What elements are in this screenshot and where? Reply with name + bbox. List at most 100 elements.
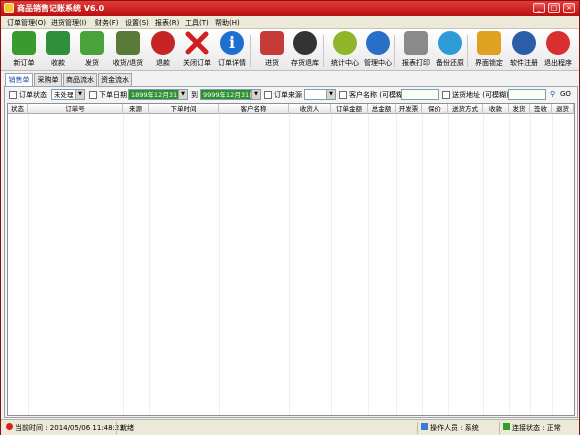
status-operator-text: 操作人员 : 系统 (430, 424, 479, 432)
date-to-picker[interactable]: 9999年12月31日 ▼ (200, 89, 261, 100)
power-icon (546, 31, 570, 55)
register-icon (512, 31, 536, 55)
grid-line (448, 114, 449, 415)
statistics-icon (333, 31, 357, 55)
column-header[interactable]: 订单金额 (331, 104, 368, 114)
customer-label: 客户名称 (可模糊) (349, 91, 406, 99)
close-x-icon (185, 31, 209, 55)
tab-fund-flow[interactable]: 资金流水 (98, 73, 132, 86)
toolbar: 新订单 收款 发货 收货/退货 退款 关闭订单 i 订单详情 进货 存货退库 统计… (1, 29, 579, 71)
status-state: 就绪 (116, 422, 416, 434)
column-header[interactable]: 退货 (552, 104, 574, 114)
menu-order[interactable]: 订单管理(O) (7, 18, 46, 28)
order-status-select[interactable]: 未处理 ▼ (51, 89, 85, 100)
title-bar: 商品销售记账系统 V6.0 _ □ × (1, 1, 579, 16)
column-header[interactable]: 收货人 (289, 104, 331, 114)
app-icon (4, 3, 14, 13)
exit-label: 退出程序 (544, 59, 572, 67)
main-window: 商品销售记账系统 V6.0 _ □ × 订单管理(O) 进货管理(I) 财务(F… (0, 0, 580, 435)
receive-money-icon (46, 31, 70, 55)
column-header[interactable]: 发货 (509, 104, 530, 114)
minimize-button[interactable]: _ (533, 3, 545, 13)
menu-settings[interactable]: 设置(S) (125, 18, 149, 28)
check-box-icon (116, 31, 140, 55)
status-connection-text: 连接状态 : 正常 (512, 424, 561, 432)
menu-purchase[interactable]: 进货管理(I) (51, 18, 87, 28)
user-icon (421, 423, 428, 430)
basket-icon (260, 31, 284, 55)
status-time-text: 当前时间 : 2014/05/06 11:48:23 (15, 424, 124, 432)
address-label: 送货地址 (可模糊) (452, 91, 509, 99)
backup-button[interactable]: 备份还原 (431, 31, 469, 71)
order-date-checkbox[interactable] (89, 91, 97, 99)
truck-icon (80, 31, 104, 55)
clock-icon (6, 423, 13, 430)
column-header[interactable]: 开发票 (396, 104, 422, 114)
chevron-down-icon: ▼ (178, 90, 187, 99)
menu-bar: 订单管理(O) 进货管理(I) 财务(F) 设置(S) 报表(R) 工具(T) … (1, 16, 579, 29)
column-header[interactable]: 订单号 (28, 104, 123, 114)
tab-goods-flow[interactable]: 商品流水 (63, 73, 97, 86)
chevron-down-icon: ▼ (75, 90, 84, 99)
column-header[interactable]: 收款 (483, 104, 509, 114)
table-header: 状态 订单号 来源 下单时间 客户名称 收货人 订单金额 总金额 开发票 保价 … (8, 104, 574, 114)
orders-table: 状态 订单号 来源 下单时间 客户名称 收货人 订单金额 总金额 开发票 保价 … (7, 103, 575, 416)
tab-sales[interactable]: 销售单 (5, 73, 33, 87)
order-source-select[interactable]: ▼ (304, 89, 336, 100)
column-header[interactable]: 来源 (123, 104, 149, 114)
tab-purchase[interactable]: 采购单 (34, 73, 62, 86)
management-button[interactable]: 管理中心 (359, 31, 397, 71)
grid-line (530, 114, 531, 415)
status-time: 当前时间 : 2014/05/06 11:48:23 (3, 422, 124, 434)
search-button[interactable]: GO (560, 90, 571, 98)
column-header[interactable]: 下单时间 (149, 104, 219, 114)
status-connection: 连接状态 : 正常 (499, 422, 577, 434)
menu-help[interactable]: 帮助(H) (215, 18, 240, 28)
close-button[interactable]: × (563, 3, 575, 13)
search-icon[interactable]: ⚲ (550, 90, 555, 98)
menu-tools[interactable]: 工具(T) (185, 18, 209, 28)
maximize-button[interactable]: □ (548, 3, 560, 13)
column-header[interactable]: 签收 (530, 104, 552, 114)
order-source-checkbox[interactable] (264, 91, 272, 99)
grid-line (123, 114, 124, 415)
lock-icon (477, 31, 501, 55)
grid-line (396, 114, 397, 415)
window-title: 商品销售记账系统 V6.0 (17, 4, 105, 13)
column-header[interactable]: 保价 (422, 104, 448, 114)
column-header[interactable]: 客户名称 (219, 104, 289, 114)
column-header[interactable]: 送货方式 (448, 104, 483, 114)
customer-input[interactable] (401, 89, 439, 100)
chevron-down-icon: ▼ (326, 90, 335, 99)
grid-line (509, 114, 510, 415)
stock-return-button[interactable]: 存货退库 (286, 31, 324, 71)
grid-line (219, 114, 220, 415)
network-icon (503, 423, 510, 430)
return-stock-icon (293, 31, 317, 55)
order-detail-button[interactable]: i 订单详情 (213, 31, 251, 71)
status-bar: 当前时间 : 2014/05/06 11:48:23 就绪 操作人员 : 系统 … (1, 419, 579, 435)
gear-icon (366, 31, 390, 55)
column-header[interactable]: 状态 (8, 104, 28, 114)
address-checkbox[interactable] (442, 91, 450, 99)
printer-icon (404, 31, 428, 55)
date-from-picker[interactable]: 1899年12月31日 ▼ (128, 89, 188, 100)
grid-line (28, 114, 29, 415)
to-label: 到 (191, 91, 198, 99)
grid-line (422, 114, 423, 415)
address-input[interactable] (508, 89, 546, 100)
chevron-down-icon: ▼ (251, 90, 260, 99)
backup-icon (438, 31, 462, 55)
date-to-value: 9999年12月31日 (203, 91, 256, 99)
grid-line (149, 114, 150, 415)
info-icon: i (220, 31, 244, 55)
refund-icon (151, 31, 175, 55)
customer-checkbox[interactable] (339, 91, 347, 99)
menu-reports[interactable]: 报表(R) (155, 18, 179, 28)
menu-finance[interactable]: 财务(F) (95, 18, 119, 28)
date-from-value: 1899年12月31日 (131, 91, 184, 99)
column-header[interactable]: 总金额 (368, 104, 396, 114)
sales-panel: 订单状态 未处理 ▼ 下单日期 1899年12月31日 ▼ 到 9999年12月31… (4, 86, 578, 418)
exit-button[interactable]: 退出程序 (539, 31, 577, 71)
order-status-checkbox[interactable] (9, 91, 17, 99)
